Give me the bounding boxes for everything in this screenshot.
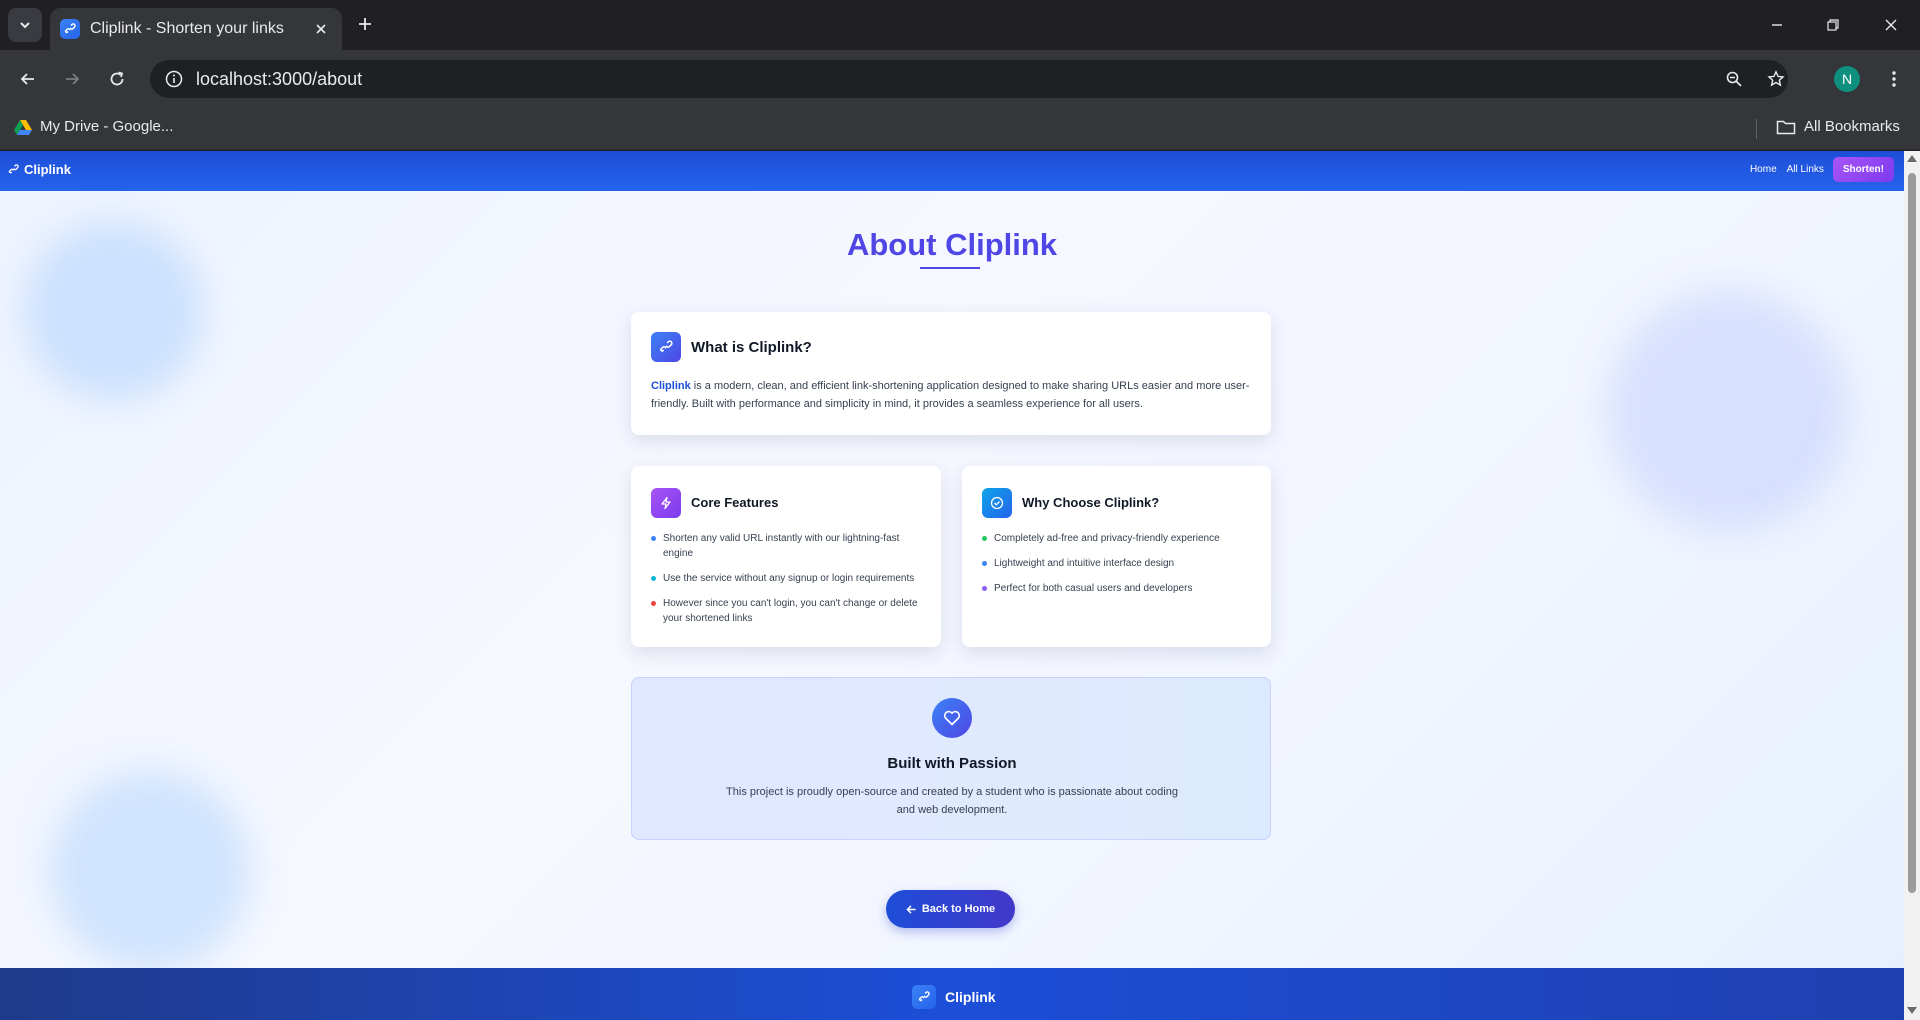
back-to-home-button[interactable]: Back to Home — [886, 890, 1015, 928]
reason-text: Perfect for both casual users and develo… — [994, 583, 1193, 594]
restore-button[interactable] — [1818, 10, 1848, 40]
feature-text: Use the service without any signup or lo… — [663, 573, 915, 584]
what-text: is a modern, clean, and efficient link-s… — [651, 380, 1250, 410]
link-icon — [8, 164, 19, 174]
passion-section: Built with Passion This project is proud… — [631, 677, 1271, 840]
browser-tabstrip: Cliplink - Shorten your links — [0, 0, 1920, 50]
page-scrollbar[interactable] — [1904, 151, 1920, 1020]
browser-toolbar: localhost:3000/about N — [0, 50, 1920, 108]
folder-icon — [1776, 120, 1796, 134]
decorative-blob — [50, 771, 250, 971]
bookmarks-divider — [1756, 119, 1757, 139]
decorative-blob — [1608, 291, 1848, 531]
star-icon[interactable] — [1764, 67, 1788, 91]
link-icon — [912, 985, 936, 1009]
plus-icon — [359, 18, 371, 30]
arrow-left-icon — [20, 73, 34, 85]
back-nav-button[interactable] — [12, 63, 44, 95]
core-feature-list: Shorten any valid URL instantly with our… — [651, 531, 921, 636]
passion-text: This project is proudly open-source and … — [726, 786, 1178, 816]
url-text: localhost:3000/about — [196, 69, 363, 89]
tab-title: Cliplink - Shorten your links — [90, 20, 284, 37]
close-window-button[interactable] — [1876, 10, 1906, 40]
list-item: Completely ad-free and privacy-friendly … — [982, 531, 1252, 546]
scroll-down-arrow-icon[interactable] — [1907, 1007, 1917, 1014]
nav-link-home[interactable]: Home — [1750, 164, 1777, 175]
shorten-cta-button[interactable]: Shorten! — [1832, 157, 1894, 182]
feature-text: However since you can't login, you can't… — [663, 598, 918, 624]
tab-search-button[interactable] — [8, 8, 42, 42]
site-footer: Cliplink — [0, 968, 1904, 1020]
bookmark-label: My Drive - Google... — [40, 118, 174, 135]
reload-icon — [110, 71, 124, 86]
nav-links: Home All Links Shorten! — [1740, 157, 1894, 182]
reason-text: Lightweight and intuitive interface desi… — [994, 558, 1175, 569]
why-list: Completely ad-free and privacy-friendly … — [982, 531, 1252, 606]
chevron-down-icon — [20, 22, 30, 29]
scroll-up-arrow-icon[interactable] — [1907, 155, 1917, 162]
all-bookmarks-button[interactable]: All Bookmarks — [1776, 118, 1900, 135]
bullet-dot — [651, 601, 656, 606]
arrow-left-icon — [906, 904, 916, 914]
footer-brand[interactable]: Cliplink — [912, 985, 996, 1009]
bookmark-my-drive[interactable]: My Drive - Google... — [14, 118, 173, 135]
restore-icon — [1827, 19, 1839, 31]
site-brand[interactable]: Cliplink — [8, 162, 71, 177]
bookmarks-bar: My Drive - Google... All Bookmarks — [0, 108, 1920, 150]
browser-tab[interactable]: Cliplink - Shorten your links — [50, 8, 342, 50]
page-viewport: Cliplink Home All Links Shorten! About C… — [0, 151, 1904, 1020]
heart-icon — [932, 698, 972, 738]
reload-button[interactable] — [101, 63, 133, 95]
bullet-dot — [982, 561, 987, 566]
new-tab-button[interactable] — [352, 11, 378, 37]
minimize-icon — [1772, 24, 1782, 26]
link-icon — [60, 19, 80, 39]
list-item: Use the service without any signup or lo… — [651, 571, 921, 586]
list-item: Shorten any valid URL instantly with our… — [651, 531, 921, 561]
close-tab-icon[interactable] — [310, 18, 332, 40]
list-item: However since you can't login, you can't… — [651, 596, 921, 626]
bullet-dot — [651, 536, 656, 541]
page-title: About Cliplink — [846, 227, 1058, 262]
address-bar[interactable]: localhost:3000/about — [150, 60, 1788, 98]
bullet-dot — [982, 586, 987, 591]
forward-nav-button[interactable] — [56, 63, 88, 95]
title-underline — [920, 267, 980, 269]
arrow-right-icon — [66, 73, 80, 85]
footer-brand-name: Cliplink — [945, 989, 996, 1005]
what-is-card: What is Cliplink? Cliplink is a modern, … — [631, 312, 1271, 435]
feature-text: Shorten any valid URL instantly with our… — [663, 533, 900, 559]
bullet-dot — [982, 536, 987, 541]
why-heading: Why Choose Cliplink? — [1022, 495, 1160, 510]
back-button-label: Back to Home — [921, 903, 996, 915]
why-choose-card: Why Choose Cliplink? Completely ad-free … — [962, 466, 1271, 647]
brand-highlight: Cliplink — [651, 380, 691, 392]
what-description: Cliplink is a modern, clean, and efficie… — [651, 377, 1251, 413]
scrollbar-thumb[interactable] — [1908, 173, 1916, 893]
link-icon — [651, 332, 681, 362]
brand-name: Cliplink — [24, 162, 71, 177]
nav-link-all-links[interactable]: All Links — [1787, 164, 1824, 175]
all-bookmarks-label: All Bookmarks — [1804, 118, 1900, 135]
reason-text: Completely ad-free and privacy-friendly … — [994, 533, 1220, 544]
more-menu-icon[interactable] — [1880, 65, 1908, 93]
minimize-button[interactable] — [1762, 10, 1792, 40]
google-drive-icon — [14, 119, 32, 135]
what-heading: What is Cliplink? — [691, 339, 812, 356]
profile-avatar[interactable]: N — [1834, 66, 1860, 92]
zoom-icon[interactable] — [1722, 67, 1746, 91]
core-features-card: Core Features Shorten any valid URL inst… — [631, 466, 941, 647]
bullet-dot — [651, 576, 656, 581]
close-icon — [1885, 19, 1897, 31]
list-item: Lightweight and intuitive interface desi… — [982, 556, 1252, 571]
info-icon[interactable] — [162, 67, 186, 91]
core-heading: Core Features — [691, 495, 779, 510]
check-circle-icon — [982, 488, 1012, 518]
lightning-icon — [651, 488, 681, 518]
passion-heading: Built with Passion — [887, 755, 1017, 772]
site-navbar: Cliplink Home All Links Shorten! — [0, 151, 1904, 191]
list-item: Perfect for both casual users and develo… — [982, 581, 1252, 596]
